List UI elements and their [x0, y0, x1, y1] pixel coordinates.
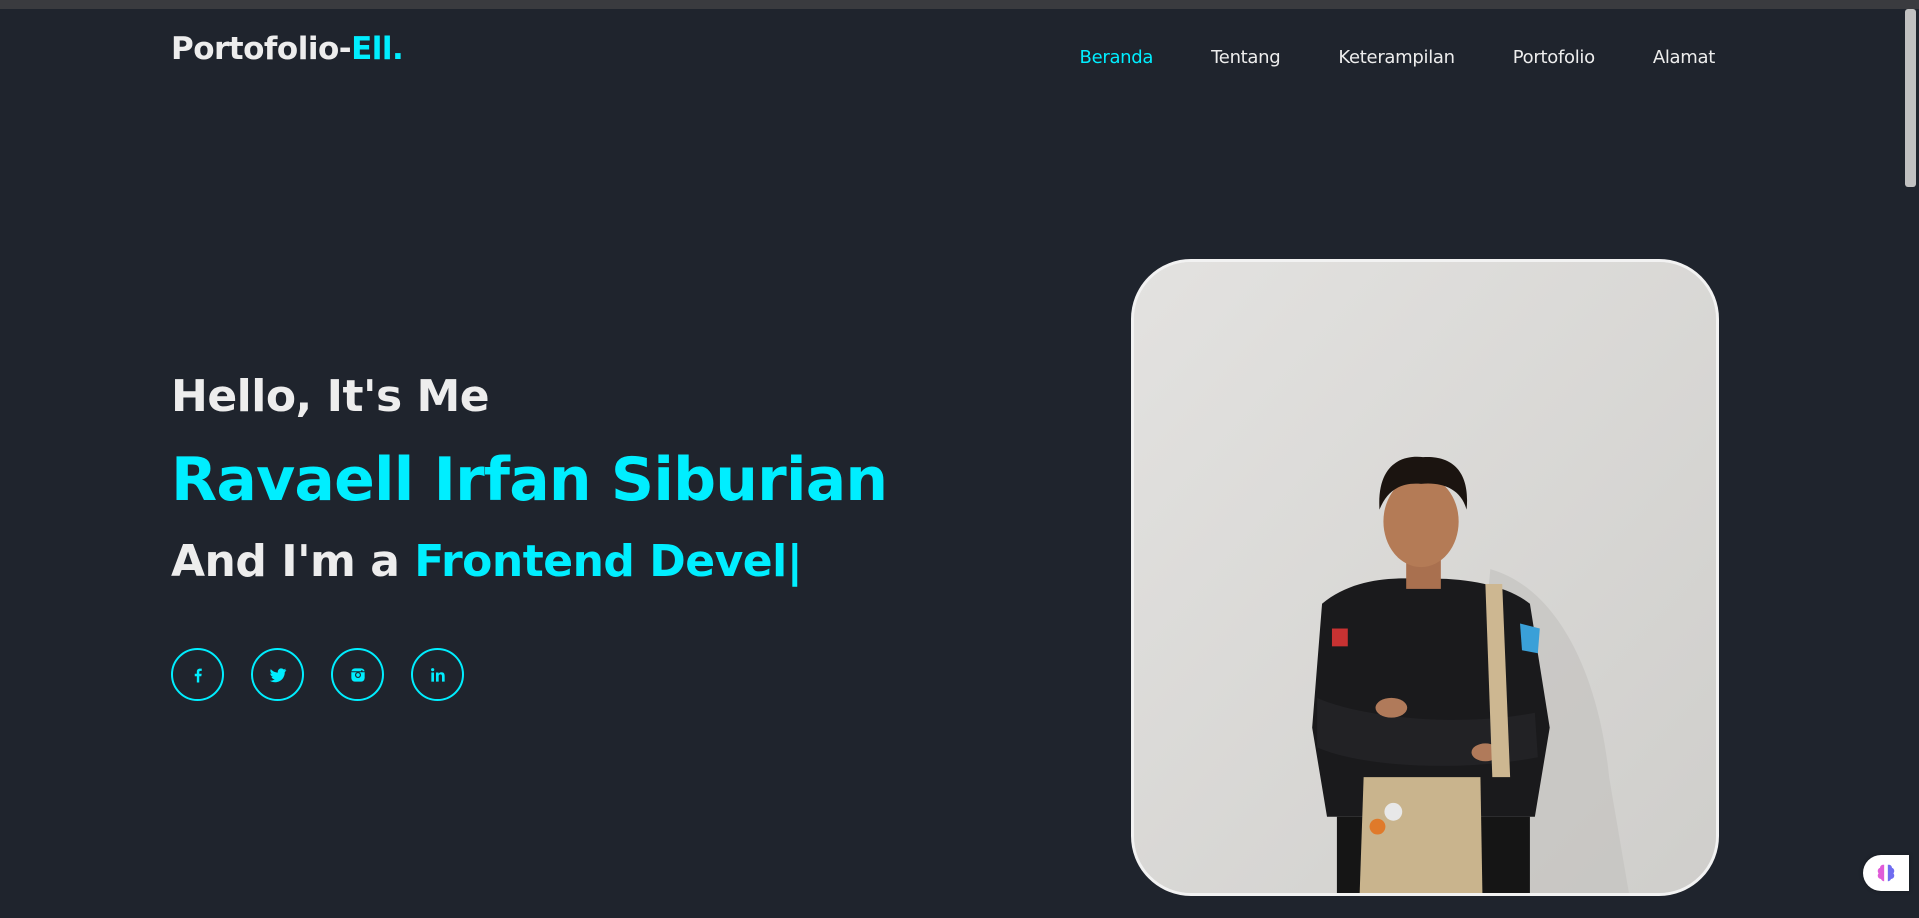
nav-item-keterampilan[interactable]: Keterampilan	[1338, 47, 1455, 68]
role-prefix: And I'm a	[171, 536, 415, 587]
page: Portofolio-Ell. Beranda Tentang Keteramp…	[0, 9, 1902, 918]
social-links	[171, 648, 491, 701]
hero-greeting: Hello, It's Me	[171, 371, 490, 422]
logo-main: Portofolio-	[171, 31, 352, 67]
browser-top-strip	[0, 0, 1919, 9]
twitter-link[interactable]	[251, 648, 304, 701]
nav-item-tentang[interactable]: Tentang	[1211, 47, 1281, 68]
scrollbar-thumb[interactable]	[1905, 9, 1916, 187]
facebook-link[interactable]	[171, 648, 224, 701]
nav-item-beranda[interactable]: Beranda	[1080, 47, 1154, 68]
linkedin-icon	[430, 667, 445, 682]
instagram-link[interactable]	[331, 648, 384, 701]
floating-assistant-button[interactable]	[1863, 855, 1909, 891]
vertical-scrollbar[interactable]	[1902, 9, 1919, 918]
typing-cursor: |	[786, 536, 803, 587]
profile-photo	[1131, 259, 1719, 896]
main-nav: Beranda Tentang Keterampilan Portofolio …	[1022, 47, 1716, 68]
hero-name: Ravaell Irfan Siburian	[171, 445, 888, 515]
profile-photo-illustration	[1134, 262, 1716, 893]
twitter-icon	[269, 667, 286, 682]
hero-role: And I'm a Frontend Devel|	[171, 536, 803, 587]
instagram-icon	[350, 667, 365, 682]
role-typed: Frontend Devel	[414, 536, 787, 587]
brain-icon	[1877, 864, 1895, 882]
facebook-icon	[194, 668, 202, 682]
nav-item-alamat[interactable]: Alamat	[1653, 47, 1715, 68]
site-logo[interactable]: Portofolio-Ell.	[171, 31, 404, 67]
logo-accent: Ell.	[351, 31, 404, 67]
nav-item-portofolio[interactable]: Portofolio	[1513, 47, 1595, 68]
linkedin-link[interactable]	[411, 648, 464, 701]
